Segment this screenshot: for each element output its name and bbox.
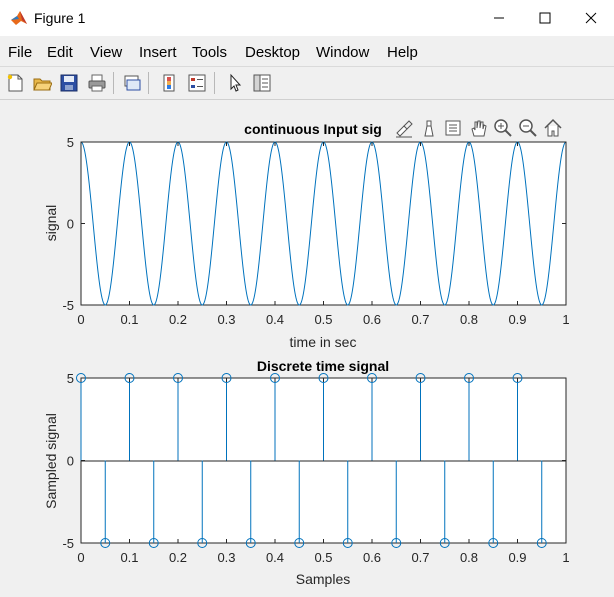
ax1-xtick-label: 0.9 <box>508 312 526 327</box>
pan-hand-icon <box>471 120 487 137</box>
link-plot-icon <box>124 75 141 91</box>
close-button[interactable] <box>568 0 614 36</box>
ax1-xtick-label: 1 <box>562 312 569 327</box>
window-title: Figure 1 <box>34 10 86 26</box>
ax1-xtick-label: 0.8 <box>460 312 478 327</box>
data-tip-icon <box>424 120 434 137</box>
open-file-icon <box>33 78 52 91</box>
axes-2-title: Discrete time signal <box>257 358 389 374</box>
edit-plot-arrow-icon <box>230 73 242 92</box>
figure-toolbar <box>0 67 614 100</box>
ax2-xtick-label: 1 <box>562 550 569 565</box>
ax1-ytick-label: -5 <box>62 298 74 313</box>
ax1-xtick-label: 0 <box>77 312 84 327</box>
axes-continuous[interactable]: 0 0.1 0.2 0.3 0.4 0.5 0.6 0.7 0.8 0.9 1-505 contin… <box>43 121 570 350</box>
ax2-xtick-label: 0 <box>77 550 84 565</box>
axes-discrete[interactable]: 0 0.1 0.2 0.3 0.4 0.5 0.6 0.7 0.8 0.9 1-505 Discre… <box>43 358 570 587</box>
save-button[interactable] <box>57 71 81 95</box>
ax2-xtick-label: 0.6 <box>363 550 381 565</box>
ax2-xtick-label: 0.1 <box>120 550 138 565</box>
matlab-icon <box>11 11 27 25</box>
axes-2-ylabel: Sampled signal <box>43 413 59 509</box>
title-bar: Figure 1 <box>0 0 614 36</box>
close-icon <box>585 12 597 24</box>
menu-help[interactable]: Help <box>387 44 418 61</box>
toolbar-separator <box>214 72 215 94</box>
property-inspector-icon <box>253 74 271 92</box>
axes-1-title: continuous Input sig <box>244 121 382 137</box>
new-figure-icon <box>7 74 23 92</box>
axes-1-xlabel: time in sec <box>290 334 357 350</box>
rotate-button[interactable] <box>442 117 464 139</box>
menu-bar: File Edit View Insert Tools Desktop Wind… <box>0 36 614 67</box>
ax1-xtick-label: 0.5 <box>314 312 332 327</box>
pan-button[interactable] <box>467 117 489 139</box>
home-button[interactable] <box>542 117 564 139</box>
menu-tools[interactable]: Tools <box>192 44 227 61</box>
ax2-ytick-label: -5 <box>62 536 74 551</box>
new-figure-button[interactable] <box>3 71 27 95</box>
link-plot-button[interactable] <box>120 71 144 95</box>
maximize-button[interactable] <box>522 0 568 36</box>
toolbar-separator <box>148 72 149 94</box>
menu-desktop[interactable]: Desktop <box>245 44 300 61</box>
ax1-xtick-label: 0.3 <box>217 312 235 327</box>
ax2-ytick-label: 0 <box>67 454 74 469</box>
ax2-xtick-label: 0.2 <box>169 550 187 565</box>
property-inspector-button[interactable] <box>250 71 274 95</box>
save-icon <box>60 74 78 92</box>
ax2-xtick-label: 0.8 <box>460 550 478 565</box>
colorbar-icon <box>163 74 175 92</box>
colorbar-button[interactable] <box>157 71 181 95</box>
rotate-icon <box>445 120 461 136</box>
print-button[interactable] <box>85 71 109 95</box>
ax2-ytick-label: 5 <box>67 371 74 386</box>
ax2-xtick-label: 0.9 <box>508 550 526 565</box>
zoom-out-button[interactable] <box>517 117 539 139</box>
ax2-xtick-label: 0.5 <box>314 550 332 565</box>
legend-icon <box>188 74 206 92</box>
edit-plot-button[interactable] <box>223 71 247 95</box>
brush-icon <box>396 120 413 138</box>
plot-area[interactable]: 0 0.1 0.2 0.3 0.4 0.5 0.6 0.7 0.8 0.9 1-505 contin… <box>0 100 614 597</box>
ax1-xtick-label: 0.4 <box>266 312 284 327</box>
home-icon <box>544 118 562 137</box>
minimize-icon <box>494 17 504 19</box>
minimize-button[interactable] <box>476 0 522 36</box>
data-tip-button[interactable] <box>418 117 440 139</box>
menu-edit[interactable]: Edit <box>47 44 73 61</box>
print-icon <box>88 74 106 92</box>
ax1-ytick-label: 0 <box>67 217 74 232</box>
ax1-xtick-label: 0.2 <box>169 312 187 327</box>
axes-1-box <box>80 141 567 306</box>
legend-button[interactable] <box>185 71 209 95</box>
menu-window[interactable]: Window <box>316 44 369 61</box>
toolbar-separator <box>113 72 114 94</box>
ax1-xtick-label: 0.1 <box>120 312 138 327</box>
menu-view[interactable]: View <box>90 44 122 61</box>
axes-2-xlabel: Samples <box>296 571 350 587</box>
menu-file[interactable]: File <box>8 44 32 61</box>
ax2-xtick-label: 0.7 <box>411 550 429 565</box>
menu-insert[interactable]: Insert <box>139 44 177 61</box>
zoom-in-icon <box>494 119 512 137</box>
zoom-out-icon <box>519 119 537 137</box>
zoom-in-button[interactable] <box>492 117 514 139</box>
ax1-ytick-label: 5 <box>67 135 74 150</box>
maximize-icon <box>539 12 551 24</box>
open-file-button[interactable] <box>30 71 54 95</box>
ax2-xtick-label: 0.4 <box>266 550 284 565</box>
figure-canvas: 0 0.1 0.2 0.3 0.4 0.5 0.6 0.7 0.8 0.9 1 -5 0 5 contin… <box>0 100 614 597</box>
axes-1-ylabel: signal <box>43 205 59 242</box>
ax1-xtick-label: 0.6 <box>363 312 381 327</box>
ax1-xtick-label: 0.7 <box>411 312 429 327</box>
ax2-xtick-label: 0.3 <box>217 550 235 565</box>
brush-button[interactable] <box>393 117 415 139</box>
